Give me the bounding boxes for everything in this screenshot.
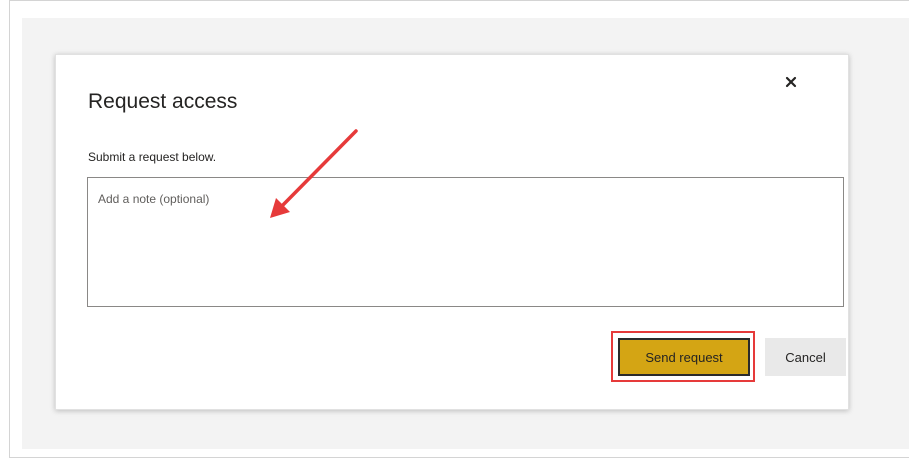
send-request-button[interactable]: Send request: [618, 338, 750, 376]
cancel-button[interactable]: Cancel: [765, 338, 846, 376]
close-icon-glyph: [785, 76, 797, 88]
dialog-subtitle: Submit a request below.: [88, 150, 217, 164]
dialog-title: Request access: [88, 90, 238, 113]
close-icon[interactable]: [780, 71, 802, 93]
note-input[interactable]: [87, 177, 844, 307]
